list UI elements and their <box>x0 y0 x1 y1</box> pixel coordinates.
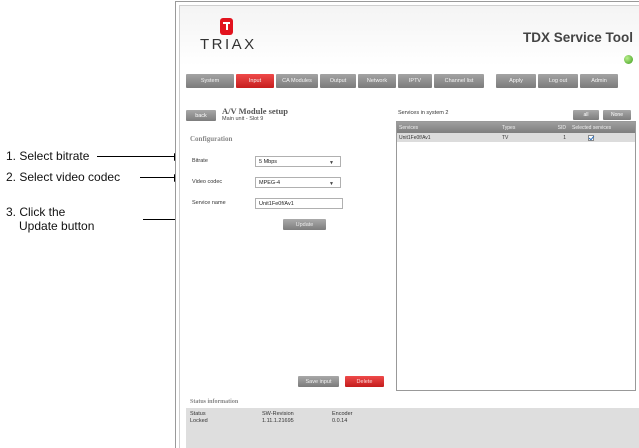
nav-network[interactable]: Network <box>358 74 396 88</box>
callout-arrow-codec <box>140 173 181 182</box>
services-title: Services in system 2 <box>398 110 449 116</box>
select-all-button[interactable]: all <box>573 110 599 120</box>
callout-select-bitrate: 1. Select bitrate <box>6 149 90 163</box>
configuration-heading: Configuration <box>190 135 233 143</box>
callout-select-codec: 2. Select video codec <box>6 170 121 184</box>
bitrate-label: Bitrate <box>192 158 208 164</box>
chevron-down-icon: ▼ <box>329 181 334 187</box>
status-value: Locked <box>190 418 208 424</box>
col-types[interactable]: Types <box>500 122 540 133</box>
sw-revision-value: 1.11.1.21695 <box>262 418 294 424</box>
main-nav: System Input CA Modules Output Network I… <box>186 74 633 88</box>
services-table: Services Types SID Selected services Uni… <box>396 121 636 391</box>
brand-name: TRIAX <box>200 36 257 53</box>
col-services[interactable]: Services <box>397 122 500 133</box>
triax-logo-icon <box>220 18 233 35</box>
col-selected-services[interactable]: Selected services <box>570 122 635 133</box>
encoder-value: 0.0.14 <box>332 418 348 424</box>
selected-checkbox[interactable] <box>588 134 594 141</box>
sw-revision-header: SW-Revision <box>262 411 294 417</box>
services-table-header: Services Types SID Selected services <box>397 122 635 133</box>
nav-iptv[interactable]: IPTV <box>398 74 432 88</box>
app-content: TRIAX TDX Service Tool System Input CA M… <box>179 5 639 448</box>
connection-status-icon <box>624 55 633 64</box>
apply-button[interactable]: Apply <box>496 74 536 88</box>
bitrate-value: 5 Mbps <box>259 158 278 165</box>
nav-ca-modules[interactable]: CA Modules <box>276 74 318 88</box>
service-name-label: Service name <box>192 200 226 206</box>
status-heading: Status information <box>190 399 239 405</box>
page-title: A/V Module setup <box>222 106 288 116</box>
update-button[interactable]: Update <box>283 219 326 230</box>
page-subtitle: Main unit - Slot 9 <box>222 116 264 122</box>
service-name-cell: Unit1Fe0f/Av1 <box>399 134 431 141</box>
encoder-header: Encoder <box>332 411 353 417</box>
table-row[interactable]: Unit1Fe0f/Av1 TV 1 <box>397 133 635 142</box>
status-panel: Status Locked SW-Revision 1.11.1.21695 E… <box>186 408 639 448</box>
nav-input[interactable]: Input <box>236 74 274 88</box>
video-codec-value: MPEG-4 <box>259 179 281 186</box>
logout-button[interactable]: Log out <box>538 74 578 88</box>
app-window: TRIAX TDX Service Tool System Input CA M… <box>175 1 639 448</box>
callout-click-update-line1: 3. Click the <box>6 205 66 219</box>
nav-output[interactable]: Output <box>320 74 356 88</box>
video-codec-label: Video codec <box>192 179 223 185</box>
nav-system[interactable]: System <box>186 74 234 88</box>
col-sid[interactable]: SID <box>540 122 570 133</box>
select-none-button[interactable]: None <box>603 110 631 120</box>
callout-click-update-line2: Update button <box>19 219 95 233</box>
tool-title: TDX Service Tool <box>522 30 633 45</box>
service-type-cell: TV <box>502 134 509 141</box>
service-sid-cell: 1 <box>563 134 566 141</box>
save-input-button[interactable]: Save input <box>298 376 339 387</box>
admin-button[interactable]: Admin <box>580 74 618 88</box>
nav-channel-list[interactable]: Channel list <box>434 74 484 88</box>
bitrate-select[interactable]: 5 Mbps ▼ <box>255 156 341 167</box>
callout-arrow-bitrate <box>97 152 181 161</box>
chevron-down-icon: ▼ <box>329 160 334 166</box>
status-header: Status <box>190 411 206 417</box>
delete-button[interactable]: Delete <box>345 376 384 387</box>
video-codec-select[interactable]: MPEG-4 ▼ <box>255 177 341 188</box>
back-button[interactable]: back <box>186 110 216 121</box>
service-name-input[interactable]: Unit1Fe0f/Av1 <box>255 198 343 209</box>
